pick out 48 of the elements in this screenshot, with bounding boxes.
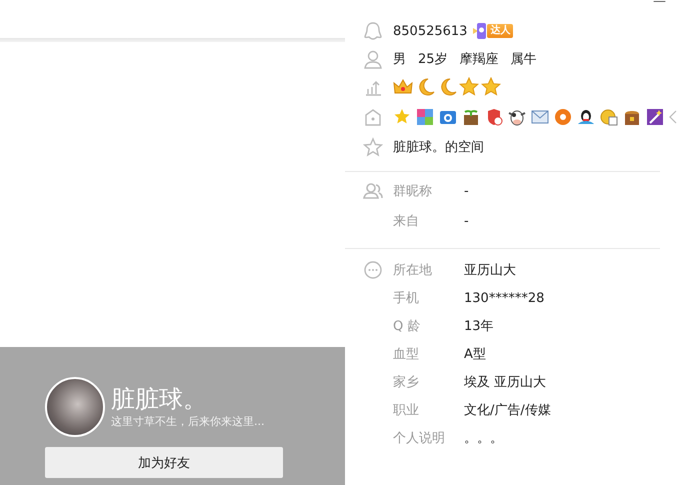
field-value: 文化/广告/传媒: [464, 402, 551, 419]
field-label: 手机: [393, 290, 420, 307]
add-friend-button[interactable]: 加为好友: [45, 447, 283, 478]
field-value: A型: [464, 346, 486, 363]
field-value: 130******28: [464, 290, 544, 306]
shield-icon: [485, 108, 503, 126]
penguin-icon: [577, 108, 595, 126]
minimize-button[interactable]: —: [653, 0, 666, 9]
camera-icon: [439, 108, 457, 126]
field-value: -: [464, 184, 469, 198]
magic-wand-icon: [646, 108, 664, 126]
profile-fact: 男: [393, 51, 406, 68]
field-value: -: [464, 214, 469, 228]
signature-text: 这里寸草不生，后来你来这里...: [111, 414, 264, 430]
profile-fact: 25岁: [418, 51, 448, 68]
talent-badge: 达人: [473, 21, 514, 41]
person-icon: [363, 49, 383, 69]
field-label: 家乡: [393, 374, 420, 391]
field-label: 群昵称: [393, 183, 433, 200]
people-icon: [363, 181, 383, 201]
profile-fact: 属牛: [510, 51, 537, 68]
field-label: 个人说明: [393, 430, 446, 447]
field-value: 埃及 亚历山大: [464, 374, 546, 391]
profile-name: 脏脏球。: [111, 384, 208, 414]
star-icon: [393, 108, 411, 126]
field-label: 职业: [393, 402, 420, 419]
treasure-chest-icon: [623, 108, 641, 126]
field-label: Q 龄: [393, 318, 422, 335]
field-value: 亚历山大: [464, 262, 516, 279]
chevron-left-icon: [669, 110, 677, 124]
profile-fact: 摩羯座: [460, 51, 499, 68]
star-icon: [459, 77, 479, 97]
app-icon: [416, 108, 434, 126]
field-label: 所在地: [393, 262, 433, 279]
house-icon: [363, 107, 383, 127]
star-outline-icon: [363, 137, 383, 157]
more-icon: [363, 260, 383, 280]
disc-icon: [554, 108, 572, 126]
space-link[interactable]: 脏脏球。的空间: [393, 138, 484, 156]
field-label: 血型: [393, 346, 420, 363]
sprout-icon: [462, 108, 480, 126]
qq-number: 850525613: [393, 24, 468, 38]
field-value: 。。。: [464, 430, 503, 447]
cow-icon: [508, 108, 526, 126]
envelope-icon: [531, 108, 549, 126]
star-icon: [481, 77, 501, 97]
field-value: 13年: [464, 318, 494, 335]
field-label: 来自: [393, 213, 420, 230]
